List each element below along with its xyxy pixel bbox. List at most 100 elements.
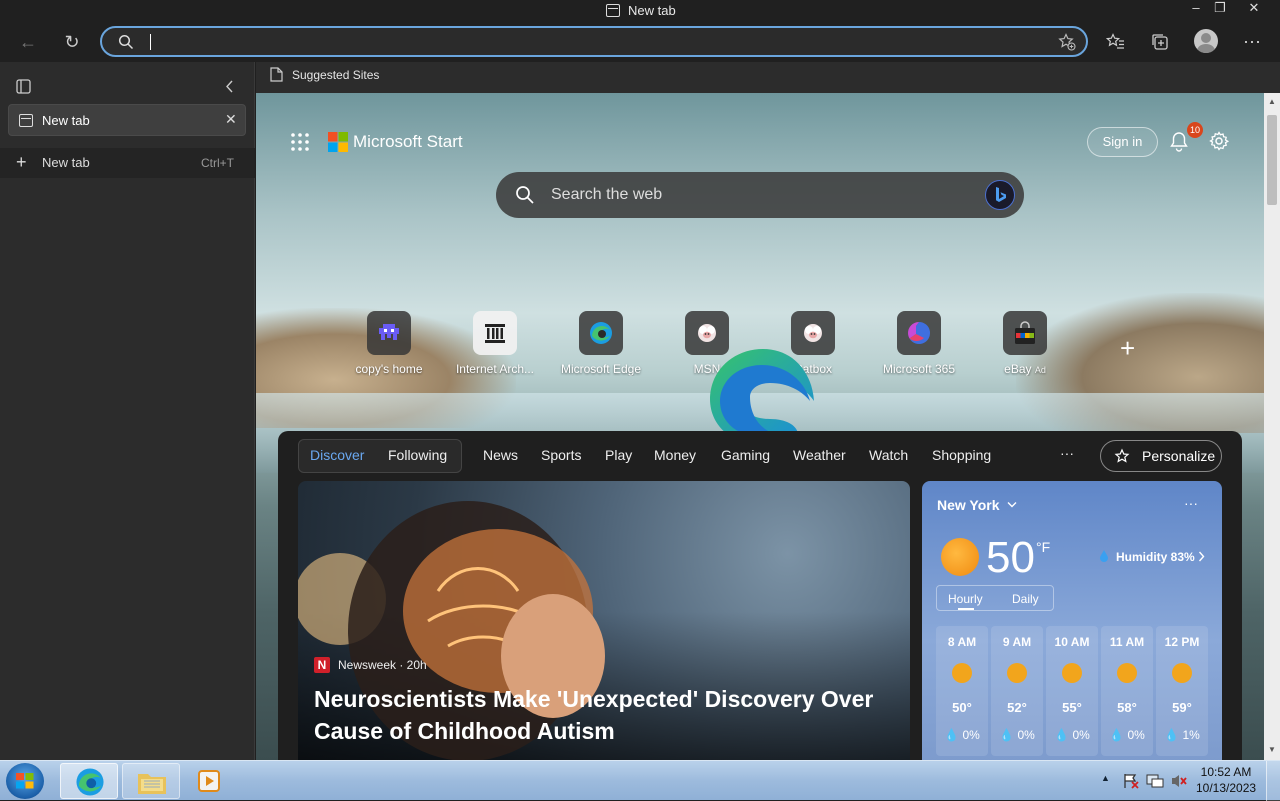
weather-location[interactable]: New York — [937, 497, 1000, 513]
personalize-button[interactable]: Personalize — [1100, 440, 1222, 472]
tab-play[interactable]: Play — [605, 447, 632, 463]
sign-in-button[interactable]: Sign in — [1087, 127, 1158, 157]
hour-temp: 59° — [1172, 700, 1192, 715]
taskbar-edge-button[interactable] — [60, 763, 118, 799]
museum-icon — [473, 311, 517, 355]
quick-link-label: copy's home — [355, 362, 423, 376]
scrollbar-thumb[interactable] — [1267, 115, 1277, 205]
hero-article-card[interactable]: N Newsweek · 20h Neuroscientists Make 'U… — [298, 481, 910, 760]
tab-money[interactable]: Money — [654, 447, 696, 463]
taskbar-clock[interactable]: 10:52 AM 10/13/2023 — [1196, 765, 1256, 795]
quick-link-microsoft-edge[interactable]: Microsoft Edge — [548, 311, 654, 376]
tab-shopping[interactable]: Shopping — [932, 447, 991, 463]
settings-more-button[interactable]: ⋯ — [1240, 31, 1264, 53]
tab-new-tab[interactable]: New tab ✕ — [8, 104, 246, 136]
quick-link-internet-archive[interactable]: Internet Arch... — [442, 311, 548, 376]
news-feed-panel: Discover Following News Sports Play Mone… — [278, 431, 1242, 760]
tab-label: New tab — [42, 113, 90, 128]
chevron-right-icon[interactable] — [1198, 551, 1205, 562]
tab-following[interactable]: Following — [388, 447, 447, 463]
more-tabs-button[interactable]: ··· — [1060, 445, 1074, 461]
close-tab-button[interactable]: ✕ — [225, 111, 237, 128]
quick-link-copys-home[interactable]: copy's home — [336, 311, 442, 376]
bing-chat-button[interactable] — [985, 180, 1015, 210]
tab-hourly[interactable]: Hourly — [948, 592, 983, 606]
media-player-icon — [198, 770, 220, 792]
article-source: Newsweek · 20h — [338, 658, 427, 672]
bell-icon[interactable] — [1169, 131, 1189, 153]
tab-watch[interactable]: Watch — [869, 447, 908, 463]
tab-gaming[interactable]: Gaming — [721, 447, 770, 463]
action-center-flag-icon[interactable] — [1122, 773, 1140, 789]
tab-weather[interactable]: Weather — [793, 447, 846, 463]
collapse-pane-icon[interactable] — [224, 80, 236, 93]
scroll-up-arrow-icon[interactable]: ▲ — [1268, 97, 1276, 106]
volume-muted-icon[interactable] — [1170, 773, 1188, 789]
tab-discover[interactable]: Discover — [310, 447, 364, 463]
tab-actions-icon[interactable] — [16, 79, 31, 94]
taskbar-explorer-button[interactable] — [122, 763, 180, 799]
show-desktop-button[interactable] — [1266, 761, 1280, 801]
favorite-suggested-sites[interactable]: Suggested Sites — [270, 67, 379, 82]
browser-toolbar: ← ↻ ⋯ — [0, 22, 1280, 62]
m365-logo-icon — [897, 311, 941, 355]
close-window-button[interactable]: ✕ — [1237, 0, 1271, 18]
collections-icon[interactable] — [1150, 32, 1170, 52]
search-icon — [118, 34, 134, 50]
hour-temp: 50° — [952, 700, 972, 715]
bing-icon — [996, 187, 1006, 202]
tab-sports[interactable]: Sports — [541, 447, 581, 463]
gear-icon[interactable] — [1209, 131, 1229, 151]
search-icon — [516, 186, 534, 204]
new-tab-button[interactable]: + New tab Ctrl+T — [0, 148, 255, 178]
restore-button[interactable]: ❐ — [1203, 0, 1237, 18]
show-hidden-icons-button[interactable]: ▲ — [1101, 773, 1110, 783]
add-quick-link-button[interactable]: + — [1120, 333, 1135, 364]
newsweek-logo-icon: N — [314, 657, 330, 673]
quick-link-label: Microsoft 365 — [882, 362, 956, 376]
weather-card[interactable]: New York ··· 50 °F Humidity 83% Hourly D… — [922, 481, 1222, 760]
back-button[interactable]: ← — [16, 31, 40, 53]
chevron-down-icon[interactable] — [1007, 501, 1017, 509]
page-scrollbar[interactable]: ▲ ▼ — [1264, 93, 1280, 760]
sun-icon — [1062, 663, 1082, 683]
search-input[interactable]: Search the web — [551, 186, 662, 204]
app-launcher-icon[interactable] — [290, 132, 310, 152]
add-favorite-icon[interactable] — [1058, 33, 1076, 51]
favorites-icon[interactable] — [1106, 32, 1126, 52]
tab-news[interactable]: News — [483, 447, 518, 463]
web-search-box[interactable]: Search the web — [496, 172, 1024, 218]
refresh-button[interactable]: ↻ — [60, 31, 84, 53]
hour-precip: 💧 0% — [1109, 728, 1145, 742]
new-tab-shortcut: Ctrl+T — [201, 156, 234, 170]
weather-more-button[interactable]: ··· — [1184, 495, 1198, 511]
droplet-icon — [1100, 550, 1108, 562]
hour-precip: 💧 0% — [944, 728, 980, 742]
hour-time: 9 AM — [1002, 635, 1032, 649]
favorites-bar: Suggested Sites — [256, 62, 1280, 93]
clock-date: 10/13/2023 — [1196, 781, 1257, 795]
network-icon[interactable] — [1146, 773, 1164, 789]
quick-link-microsoft-365[interactable]: Microsoft 365 — [866, 311, 972, 376]
quick-link-ebay[interactable]: eBay Ad — [972, 311, 1078, 376]
new-tab-page: Microsoft Start Sign in 10 Search the we… — [256, 93, 1264, 760]
scroll-down-arrow-icon[interactable]: ▼ — [1268, 745, 1276, 754]
active-tab-indicator — [958, 608, 974, 610]
taskbar-media-player-button[interactable] — [184, 763, 234, 799]
tab-page-icon — [19, 114, 33, 127]
hourly-forecast-item: 11 AM 58° 💧 0% — [1101, 626, 1153, 756]
page-icon — [270, 67, 283, 82]
title-bar: New tab – ❐ ✕ — [0, 0, 1280, 22]
tab-page-icon — [606, 4, 620, 17]
hour-precip-value: 0% — [962, 728, 980, 742]
address-bar[interactable] — [100, 26, 1088, 57]
article-headline[interactable]: Neuroscientists Make 'Unexpected' Discov… — [314, 683, 894, 747]
windows-logo-icon — [16, 773, 34, 789]
new-tab-label: New tab — [42, 155, 90, 170]
tab-daily[interactable]: Daily — [1012, 592, 1039, 606]
start-button[interactable] — [6, 763, 44, 799]
quick-link-label: Internet Arch... — [455, 362, 535, 376]
profile-avatar[interactable] — [1194, 29, 1218, 53]
hour-precip: 💧 0% — [999, 728, 1035, 742]
hourly-forecast-item: 12 PM 59° 💧 1% — [1156, 626, 1208, 756]
